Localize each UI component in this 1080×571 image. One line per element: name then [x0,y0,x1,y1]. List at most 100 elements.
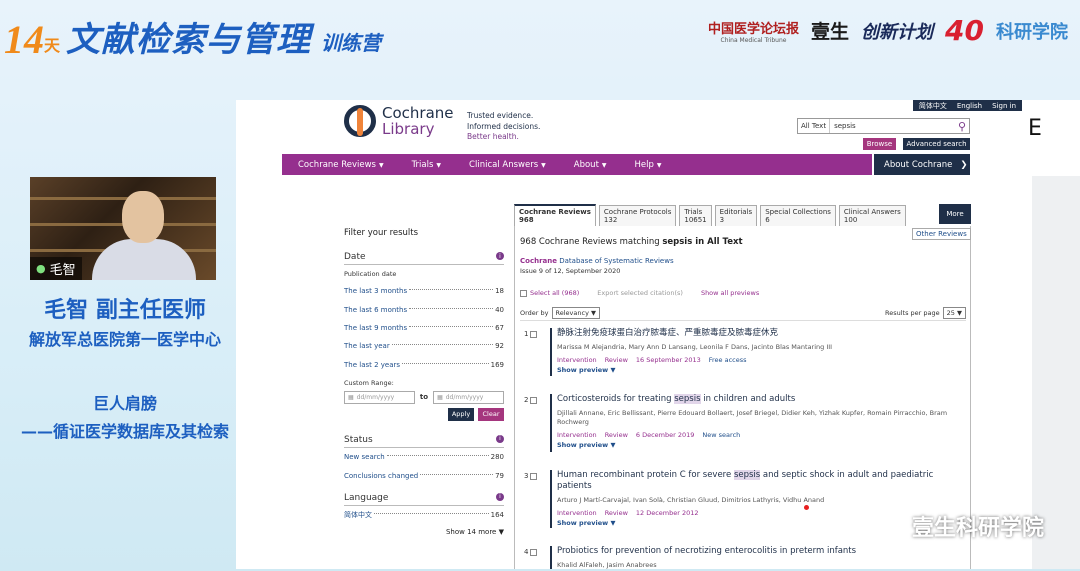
browse-button[interactable]: Browse [863,138,896,150]
watermark: 壹生科研学院 [873,510,1044,542]
date-filter-row[interactable]: The last year 92 [344,337,504,355]
banner-subtitle: 训练营 [321,31,382,55]
talk-title-line2: ——循证医学数据库及其检索 [20,422,229,441]
chevron-down-icon: ▼ [656,161,662,169]
other-reviews-link[interactable]: Other Reviews [912,228,971,240]
keyan-logo: 科研学院 [996,21,1068,43]
yisheng-logo: 壹生 [811,21,850,43]
nav-label: Trials [411,159,434,170]
search-icon[interactable]: ⚲ [955,119,969,133]
export-citations-link[interactable]: Export selected citation(s) [597,289,683,297]
result-authors: Djillali Annane, Eric Bellissant, Pierre… [557,409,948,426]
speaker-head [122,191,164,243]
date-filter-header[interactable]: Date i [344,252,504,265]
cochrane-logo[interactable]: Cochrane Library [344,105,454,137]
logo-word-library: Library [382,120,435,138]
info-icon[interactable]: i [496,434,504,443]
nav-trials[interactable]: Trials ▼ [396,160,441,170]
language-filter-row[interactable]: 简体中文 164 [344,506,504,524]
chevron-down-icon: ▼ [591,309,596,317]
date-filter-row[interactable]: The last 6 months 40 [344,300,504,318]
result-number: 4 [524,548,529,556]
about-cochrane-button[interactable]: About Cochrane ❯ [874,154,970,175]
lang-zh-link[interactable]: 简体中文 [919,101,947,111]
search-scope-select[interactable]: All Text [798,119,831,133]
lang-en-link[interactable]: English [957,102,982,110]
per-page-select[interactable]: 25 ▼ [942,307,966,319]
date-from-input[interactable]: ▦ dd/mm/yyyy [344,390,415,404]
chevron-down-icon: ▼ [957,309,962,317]
banner-days-number: 14 [4,17,44,62]
result-title-link[interactable]: Human recombinant protein C for severe s… [557,470,966,492]
result-stage: Review [604,431,628,439]
banner-days-unit: 天 [44,36,61,55]
language-filter-header[interactable]: Language i [344,492,504,506]
result-checkbox[interactable] [530,548,538,556]
result-checkbox[interactable] [530,472,538,480]
info-icon[interactable]: i [496,252,504,260]
result-stage: Review [604,356,628,364]
search-input[interactable]: sepsis [830,122,955,130]
result-title-link[interactable]: 静脉注射免疫球蛋白治疗脓毒症、严重脓毒症及脓毒症休克 [557,328,966,339]
chevron-down-icon: ▼ [610,441,616,449]
sign-in-link[interactable]: Sign in [992,102,1016,110]
cmt-logo-zh: 中国医学论坛报 [708,21,800,37]
filter-row-label: 简体中文 [344,510,372,519]
nav-help[interactable]: Help ▼ [619,160,662,170]
title-text: Probiotics for prevention of necrotizing… [557,546,857,556]
date-to-input[interactable]: ▦ dd/mm/yyyy [433,390,504,404]
result-checkbox[interactable] [530,396,538,404]
info-icon[interactable]: i [496,492,504,501]
filter-title: Filter your results [344,228,419,238]
speaker-tag-label: 毛智 [49,263,76,278]
status-filter-label: Status [344,434,373,445]
filter-row-count: 40 [495,305,504,314]
chevron-down-icon: ▼ [541,161,546,169]
tab-count: 3 [719,216,725,224]
tab-cochrane-protocols[interactable]: Cochrane Protocols 132 [598,205,677,226]
tab-label: Editorials [719,208,753,216]
results-count-text: 968 Cochrane Reviews matching [520,237,663,247]
select-all-checkbox[interactable]: Select all (968) [520,289,579,297]
title-text: 静脉注射免疫球蛋白治疗脓毒症、严重脓毒症及脓毒症休克 [557,328,779,338]
nav-label: Cochrane Reviews [298,159,376,170]
result-title-link[interactable]: Corticosteroids for treating sepsis in c… [557,394,966,405]
results-term: sepsis in All Text [662,237,743,247]
nav-about[interactable]: About ▼ [558,160,607,170]
show-more-link[interactable]: Show 14 more ▼ [344,528,504,536]
date-filter-row[interactable]: The last 2 years 169 [344,356,504,374]
status-filter-row[interactable]: Conclusions changed 79 [344,466,504,484]
clear-button[interactable]: Clear [478,407,504,421]
nav-cochrane-reviews[interactable]: Cochrane Reviews ▼ [282,160,384,170]
show-all-previews-link[interactable]: Show all previews [701,289,759,297]
per-page-label: Results per page [885,309,940,317]
result-authors: Arturo J Martí-Carvajal, Ivan Solà, Chri… [557,496,825,504]
results-per-page: Results per page 25 ▼ [885,307,966,319]
date-filter-row[interactable]: The last 3 months 18 [344,282,504,300]
nav-clinical-answers[interactable]: Clinical Answers ▼ [453,160,546,170]
show-preview-link[interactable]: Show preview ▼ [557,366,966,374]
tab-label: Special Collections [765,208,831,216]
tab-clinical-answers[interactable]: Clinical Answers 100 [838,205,906,226]
tab-cochrane-reviews[interactable]: Cochrane Reviews 968 [514,204,596,226]
tab-trials[interactable]: Trials 10651 [679,205,712,226]
advanced-search-button[interactable]: Advanced search [903,138,970,150]
result-title-link[interactable]: Probiotics for prevention of necrotizing… [557,546,966,557]
order-by-select[interactable]: Relevancy ▼ [551,307,600,319]
banner-main-title: 文献检索与管理 [66,20,312,60]
tab-editorials[interactable]: Editorials 3 [714,205,758,226]
tab-count: 968 [519,216,534,224]
results-heading: 968 Cochrane Reviews matching sepsis in … [520,237,743,247]
result-checkbox[interactable] [530,330,538,338]
calendar-icon: ▦ [348,393,354,401]
show-preview-link[interactable]: Show preview ▼ [557,441,966,449]
apply-button[interactable]: Apply [448,407,474,421]
status-filter-header[interactable]: Status i [344,434,504,448]
tab-special-collections[interactable]: Special Collections 6 [760,205,836,226]
date-filter-row[interactable]: The last 9 months 67 [344,319,504,337]
database-link[interactable]: Cochrane Database of Systematic Reviews [520,257,674,265]
status-filter-row[interactable]: New search 280 [344,448,504,466]
result-number: 3 [524,472,529,480]
more-tabs-button[interactable]: More [939,204,971,224]
divider [520,320,966,321]
